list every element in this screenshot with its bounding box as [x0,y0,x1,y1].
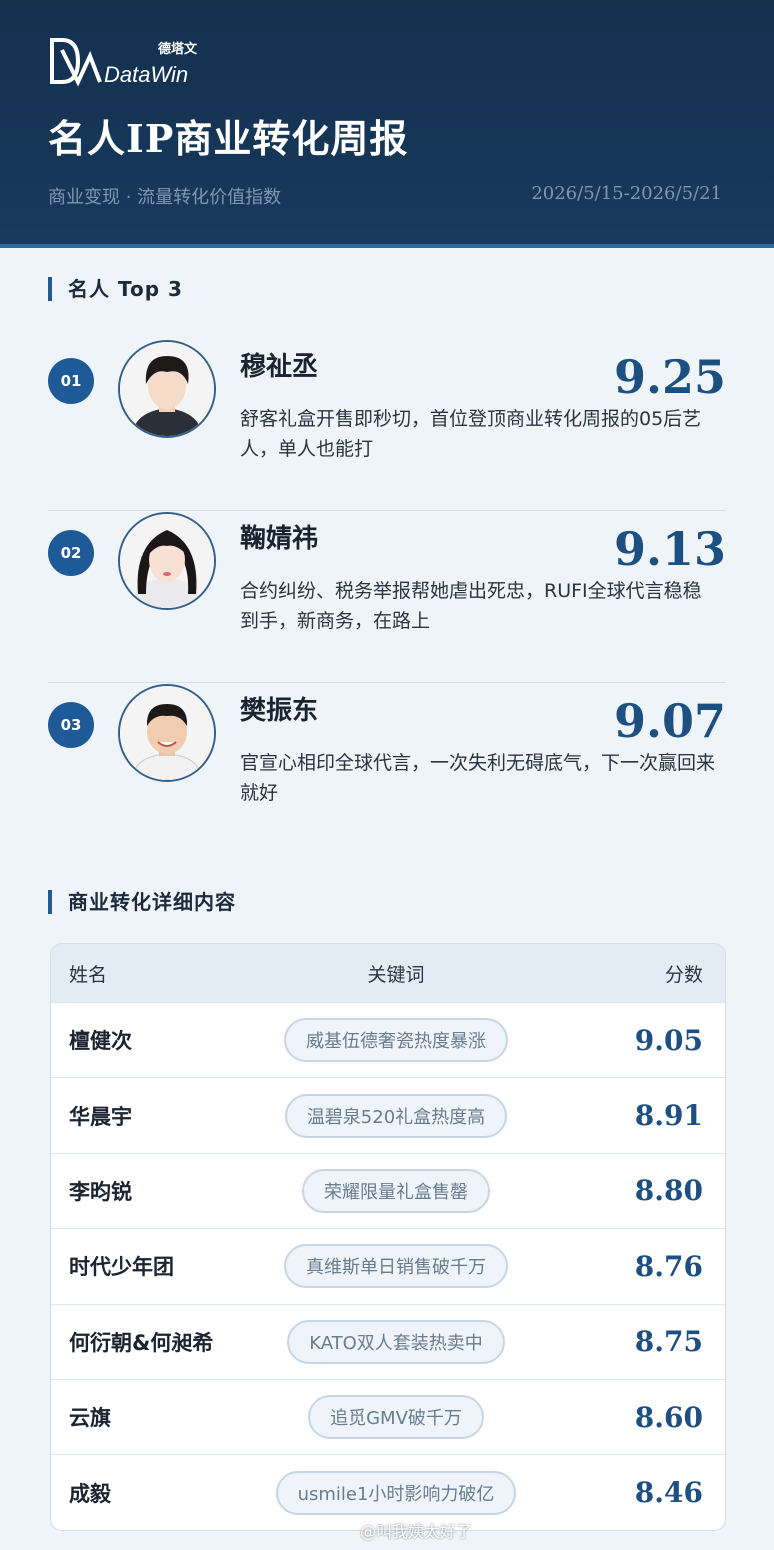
logo-chinese-text: 德塔文 [158,42,198,57]
logo-wordmark: DataWin [104,62,189,87]
table-row: 时代少年团 真维斯单日销售破千万 8.76 [51,1228,725,1303]
celebrity-name: 鞠婧祎 [240,524,319,554]
row-name: 成毅 [69,1481,111,1506]
top-item: 03 樊振东 9.07 官宣心相印全球代言，一次失利无碍底气，下一次赢回来就好 [48,684,726,854]
details-section-title: 商业转化详细内容 [48,890,236,914]
top-item: 02 鞠婧祎 9.13 合约纠纷、税务举报帮她虐出死忠，RUFI全球代言稳稳到手… [48,512,726,683]
table-row: 云旗 追觅GMV破千万 8.60 [51,1378,725,1454]
keyword-chip: KATO双人套装热卖中 [287,1319,505,1364]
page-title: 名人IP商业转化周报 [48,116,409,161]
table-row: 何衍朝&何昶希 KATO双人套装热卖中 8.75 [51,1303,725,1379]
header-name: 姓名 [69,963,108,986]
table-header: 姓名 关键词 分数 [51,944,725,1002]
keyword-chip: 威基伍德奢瓷热度暴涨 [284,1018,508,1063]
row-score: 9.05 [634,1023,703,1057]
keyword-chip: usmile1小时影响力破亿 [275,1470,517,1515]
row-score: 8.76 [634,1249,703,1283]
rank-badge: 01 [48,358,94,404]
rank-badge: 02 [48,530,94,576]
row-name: 李昀锐 [69,1179,132,1204]
avatar [118,684,216,782]
celebrity-description: 合约纠纷、税务举报帮她虐出死忠，RUFI全球代言稳稳到手，新商务，在路上 [240,580,702,632]
weibo-watermark: @叫我姨太好了 [359,1522,472,1541]
row-score: 8.91 [634,1099,703,1133]
keyword-chip: 荣耀限量礼盒售罄 [302,1168,490,1213]
row-name: 华晨宇 [69,1104,132,1129]
page-subtitle: 商业变现 · 流量转化价值指数 [48,187,282,208]
row-name: 云旗 [69,1406,111,1431]
celebrity-name: 穆祉丞 [240,352,319,382]
datawin-logo-icon [50,38,102,87]
keyword-chip: 温碧泉520礼盒热度高 [284,1093,508,1138]
row-score: 8.46 [634,1476,703,1510]
avatar [118,512,216,610]
celebrity-score: 9.13 [613,522,726,576]
details-table: 姓名 关键词 分数 檀健次 威基伍德奢瓷热度暴涨 9.05 华晨宇 温碧泉520… [50,943,726,1531]
row-name: 檀健次 [69,1029,132,1054]
row-score: 8.60 [634,1400,703,1434]
celebrity-description: 舒客礼盒开售即秒切，首位登顶商业转化周报的05后艺人，单人也能打 [240,408,702,460]
header-score: 分数 [664,963,703,986]
header-keyword: 关键词 [367,963,425,986]
report-header: 德塔文 DataWin 名人IP商业转化周报 商业变现 · 流量转化价值指数 2… [0,0,774,248]
celebrity-score: 9.07 [613,694,726,748]
row-score: 8.80 [634,1174,703,1208]
table-row: 檀健次 威基伍德奢瓷热度暴涨 9.05 [51,1002,725,1077]
celebrity-description: 官宣心相印全球代言，一次失利无碍底气，下一次赢回来就好 [240,752,716,804]
date-range: 2026/5/15-2026/5/21 [531,183,722,204]
row-name: 时代少年团 [69,1255,174,1280]
table-row: 华晨宇 温碧泉520礼盒热度高 8.91 [51,1077,725,1152]
rank-badge: 03 [48,702,94,748]
celebrity-score: 9.25 [613,350,726,404]
top-item: 01 穆祉丞 9.25 舒客礼盒开售即秒切，首位登顶商业转化周报的05后艺人，单… [48,340,726,511]
row-score: 8.75 [634,1325,703,1359]
top3-section-title: 名人 Top 3 [48,277,183,301]
keyword-chip: 追觅GMV破千万 [308,1395,484,1440]
celebrity-name: 樊振东 [240,696,319,726]
row-name: 何衍朝&何昶希 [69,1330,214,1355]
avatar [118,340,216,438]
keyword-chip: 真维斯单日销售破千万 [284,1244,508,1289]
table-row: 李昀锐 荣耀限量礼盒售罄 8.80 [51,1152,725,1228]
datawin-logo: 德塔文 DataWin [48,36,208,88]
